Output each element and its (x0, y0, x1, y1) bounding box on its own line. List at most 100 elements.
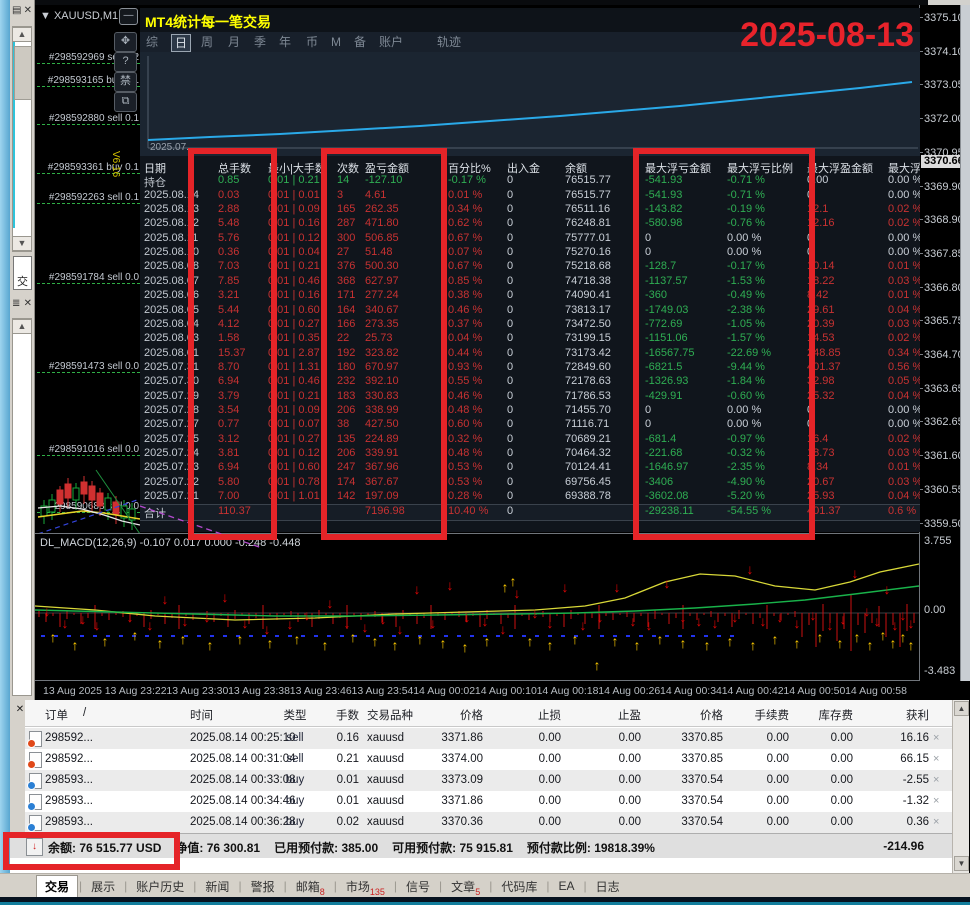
sell-signal-icon: ↓ (464, 609, 471, 625)
tab-展示[interactable]: 展示 (83, 876, 123, 897)
orders-header-lots[interactable]: 手数 (321, 707, 359, 723)
scrollbar-thumb[interactable] (14, 46, 32, 100)
help-icon[interactable]: ? (114, 52, 137, 72)
tab-警报[interactable]: 警报 (243, 876, 283, 897)
order-row[interactable]: 298592... 2025.08.14 00:25:10 sell 0.16 xauu… (25, 728, 952, 749)
chart-minimize-button[interactable]: — (119, 8, 138, 25)
panel-icon: ▤ (12, 5, 22, 16)
order-type: buy (285, 774, 305, 786)
scroll-up-icon[interactable]: ▲ (12, 27, 32, 42)
stats-menu-item-6[interactable]: 年 (276, 34, 294, 50)
price-tick-label: 3366.80 (924, 281, 964, 294)
orders-header-commission[interactable]: 手续费 (731, 707, 790, 723)
tab-label: 文章 (451, 879, 476, 894)
sell-signal-icon: ↓ (614, 579, 621, 595)
order-profit: 16.16 (900, 732, 929, 744)
stats-menu-item-9[interactable]: 备 (351, 34, 369, 50)
order-close-icon[interactable]: × (933, 753, 939, 765)
stats-menu-item-3[interactable]: 周 (198, 34, 216, 50)
orders-header-symbol[interactable]: 交易品种 (367, 707, 425, 723)
order-row[interactable]: 298593... 2025.08.14 00:34:46 buy 0.01 xauus… (25, 791, 952, 812)
scroll-up-icon[interactable]: ▲ (12, 319, 32, 334)
stats-menu-item-4[interactable]: 月 (225, 34, 243, 50)
order-close-icon[interactable]: × (933, 816, 939, 828)
order-commission: 0.00 (766, 816, 789, 828)
stats-menu-item-track[interactable]: 轨迹 (434, 34, 464, 50)
scroll-down-icon[interactable]: ▼ (12, 236, 32, 251)
order-profit: 66.15 (900, 753, 929, 765)
tab-市场[interactable]: 市场135 (338, 876, 393, 897)
order-sl: 0.00 (538, 795, 561, 807)
tab-信号[interactable]: 信号 (398, 876, 438, 897)
orders-header-tp[interactable]: 止盈 (575, 707, 641, 723)
scroll-down-icon[interactable]: ▼ (954, 856, 969, 871)
move-icon[interactable]: ✥ (114, 32, 137, 52)
annotation-box-max-drawdown (633, 148, 815, 540)
stats-menu-item-2[interactable]: 日 (171, 34, 192, 52)
annotation-date-text: 2025-08-13 (740, 16, 914, 54)
stats-cell: 70464.32 (565, 447, 611, 459)
orders-header-price2[interactable]: 价格 (653, 707, 723, 723)
order-close-icon[interactable]: × (933, 795, 939, 807)
stats-menu-item-1[interactable]: 综 (143, 34, 161, 50)
orders-header-profit[interactable]: 获利 (853, 707, 929, 723)
orders-header-type[interactable]: 类型 (270, 707, 320, 723)
stats-cell: 0.01 % (888, 461, 920, 474)
sell-signal-icon: ↓ (630, 613, 637, 629)
sell-marker-icon (27, 739, 36, 748)
tab-EA[interactable]: EA (550, 877, 582, 895)
stats-cell: 75270.16 (565, 246, 611, 259)
order-doc-icon (27, 773, 42, 790)
scroll-up-icon[interactable]: ▲ (954, 701, 969, 716)
close-icon[interactable]: ✕ (24, 298, 32, 314)
stats-cell: 69388.78 (565, 490, 611, 503)
orders-header-price[interactable]: 价格 (423, 707, 483, 723)
dock-scrollbar-2[interactable] (12, 318, 32, 696)
stats-menu-item-10[interactable]: 账户 (376, 34, 406, 50)
stats-menu-item-8[interactable]: M (328, 34, 344, 50)
order-price2: 3370.85 (681, 753, 723, 765)
window-icon[interactable]: ⧉ (114, 92, 137, 112)
tab-邮箱[interactable]: 邮箱8 (288, 876, 333, 897)
stats-cell: 76248.81 (565, 217, 611, 230)
order-row[interactable]: 298592... 2025.08.14 00:31:04 sell 0.21 xauu… (25, 749, 952, 770)
stats-menu-item-7[interactable]: 币 (303, 34, 321, 50)
order-profit: -2.55 (902, 774, 929, 786)
window-scrollbar[interactable] (960, 5, 970, 681)
dock-vertical-tab[interactable]: 交 (13, 256, 32, 290)
buy-signal-icon: ↑ (527, 633, 534, 649)
tab-新闻[interactable]: 新闻 (197, 876, 237, 897)
time-axis: 13 Aug 2025 13 Aug 23:22 13 Aug 23:30 13 Au… (35, 682, 970, 700)
tab-日志[interactable]: 日志 (588, 876, 628, 897)
macd-indicator-pane[interactable]: DL_MACD(12,26,9) -0.107 0.017 0.000 -0.2… (34, 523, 920, 681)
order-row[interactable]: 298593... 2025.08.14 00:36:28 buy 0.02 xauus… (25, 812, 952, 833)
tab-文章[interactable]: 文章5 (443, 876, 488, 897)
tab-label: 信号 (406, 879, 431, 894)
sell-signal-icon: ↓ (646, 617, 653, 633)
orders-header-swap[interactable]: 库存费 (795, 707, 854, 723)
trade-label: #298592880 sell 0.1 (48, 113, 139, 124)
buy-signal-icon: ↑ (772, 631, 779, 647)
order-close-icon[interactable]: × (933, 774, 939, 786)
price-scale: 3375.10 3374.10 3373.05 3372.00 3370.95 3369.… (920, 5, 964, 681)
stats-menu-item-5[interactable]: 季 (251, 34, 269, 50)
order-swap: 0.00 (830, 732, 853, 744)
stats-cell: 72849.60 (565, 360, 611, 373)
orders-header-row[interactable]: 订单 时间 类型 手数 交易品种 价格 止损 止盈 价格 手续费 库存费 获利 / (25, 700, 952, 727)
close-icon[interactable]: ✕ (24, 5, 32, 21)
buy-signal-icon: ↑ (267, 635, 274, 651)
order-close-icon[interactable]: × (933, 732, 939, 744)
orders-scrollbar[interactable]: ▲ ▼ (952, 700, 969, 873)
tab-账户历史[interactable]: 账户历史 (128, 876, 192, 897)
orders-header-sl[interactable]: 止损 (497, 707, 561, 723)
stats-cell: 0 (507, 217, 514, 230)
tab-代码库[interactable]: 代码库 (493, 876, 545, 897)
order-row[interactable]: 298593... 2025.08.14 00:33:08 buy 0.01 xauus… (25, 770, 952, 791)
stats-cell: 0.04 % (888, 389, 920, 402)
tab-交易[interactable]: 交易 (36, 875, 79, 897)
order-commission: 0.00 (766, 795, 789, 807)
tab-label: 市场 (345, 879, 370, 894)
sell-signal-icon: ↓ (900, 607, 907, 623)
stats-cell: 0.93 % (448, 360, 483, 373)
disable-icon[interactable]: 禁 (114, 72, 137, 92)
